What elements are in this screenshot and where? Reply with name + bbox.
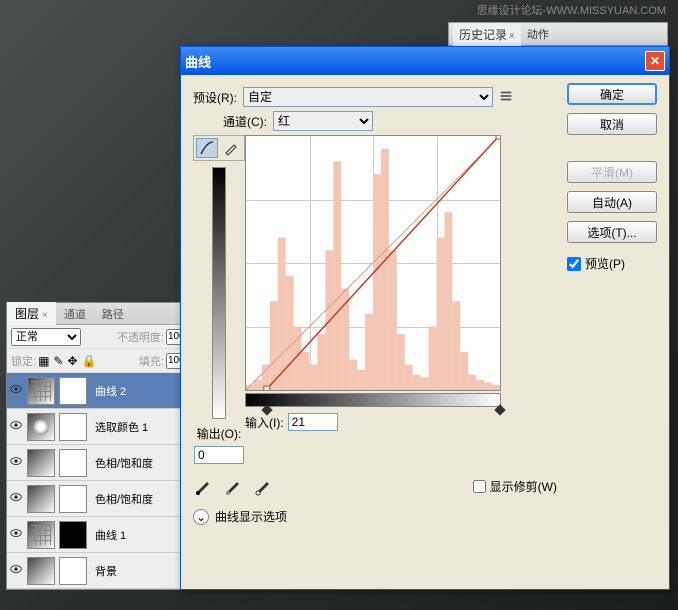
visibility-icon[interactable] <box>7 490 25 507</box>
preset-select[interactable]: 自定 <box>243 87 493 107</box>
show-clipping-checkbox[interactable] <box>473 480 486 493</box>
layers-panel-tabs: 图层× 通道 路径 <box>7 303 200 325</box>
fill-label: 填充: <box>139 353 164 369</box>
mask-thumb <box>59 377 87 405</box>
curve-tool-pair <box>193 135 245 161</box>
input-input[interactable] <box>288 413 338 431</box>
show-clipping-check[interactable]: 显示修剪(W) <box>473 478 557 495</box>
auto-button[interactable]: 自动(A) <box>567 191 657 213</box>
channel-label: 通道(C): <box>223 113 267 130</box>
curve-point-tool[interactable] <box>196 138 218 158</box>
input-label: 输入(I): <box>245 414 284 431</box>
cancel-button[interactable]: 取消 <box>567 113 657 135</box>
lock-paint-icon[interactable]: ✎ <box>53 354 63 368</box>
lock-all-icon[interactable]: 🔒 <box>82 354 97 368</box>
channel-select[interactable]: 红 <box>273 111 373 131</box>
input-gradient <box>245 393 501 407</box>
preset-label: 预设(R): <box>193 89 237 106</box>
mask-thumb <box>59 557 87 585</box>
ok-button[interactable]: 确定 <box>567 83 657 105</box>
visibility-icon[interactable] <box>7 454 25 471</box>
output-input[interactable] <box>194 446 244 464</box>
options-button[interactable]: 选项(T)... <box>567 221 657 243</box>
blend-mode-select[interactable]: 正常 <box>11 328 81 346</box>
close-button[interactable]: ✕ <box>645 51 665 71</box>
lock-label: 锁定: <box>11 353 36 369</box>
layer-name: 色相/饱和度 <box>95 455 153 471</box>
layer-row[interactable]: 曲线 2 <box>7 373 200 409</box>
tab-paths[interactable]: 路径 <box>94 303 132 325</box>
layer-name: 色相/饱和度 <box>95 491 153 507</box>
mask-thumb <box>59 413 87 441</box>
mask-thumb <box>59 449 87 477</box>
gray-point-dropper[interactable] <box>223 476 243 496</box>
adjustment-thumb <box>27 449 55 477</box>
layer-row[interactable]: 背景 <box>7 553 200 589</box>
layers-panel: 图层× 通道 路径 正常 不透明度: 锁定: ▦ ✎ ✥ 🔒 填充: 曲线 2 … <box>6 302 201 590</box>
white-point-dropper[interactable] <box>253 476 273 496</box>
watermark-text: 思缘设计论坛-WWW.MISSYUAN.COM <box>477 2 666 18</box>
adjustment-thumb <box>27 485 55 513</box>
lock-move-icon[interactable]: ✥ <box>67 354 77 368</box>
layer-name: 背景 <box>95 563 117 579</box>
adjustment-thumb <box>27 557 55 585</box>
preview-check[interactable]: 预览(P) <box>567 255 657 272</box>
preview-checkbox[interactable] <box>567 257 581 271</box>
lock-transparent-icon[interactable]: ▦ <box>38 354 49 368</box>
titlebar[interactable]: 曲线 ✕ <box>181 47 669 75</box>
layer-row[interactable]: 色相/饱和度 <box>7 481 200 517</box>
curve-pencil-tool[interactable] <box>220 138 242 158</box>
mask-thumb <box>59 485 87 513</box>
visibility-icon[interactable] <box>7 526 25 543</box>
layer-row[interactable]: 色相/饱和度 <box>7 445 200 481</box>
layer-name: 曲线 1 <box>95 527 126 543</box>
tab-layers[interactable]: 图层× <box>7 302 56 325</box>
tab-actions[interactable]: 动作 <box>521 23 555 45</box>
preset-menu-icon[interactable] <box>499 89 513 106</box>
adjustment-thumb <box>27 377 55 405</box>
tab-history[interactable]: 历史记录× <box>453 23 521 46</box>
visibility-icon[interactable] <box>7 418 25 435</box>
smooth-button[interactable]: 平滑(M) <box>567 161 657 183</box>
layer-name: 曲线 2 <box>95 383 126 399</box>
layer-row[interactable]: 选取颜色 1 <box>7 409 200 445</box>
dialog-title: 曲线 <box>185 52 645 71</box>
curve-line <box>246 136 500 390</box>
curve-graph[interactable] <box>245 135 501 391</box>
layer-row[interactable]: 曲线 1 <box>7 517 200 553</box>
close-icon[interactable]: × <box>509 31 515 42</box>
output-gradient <box>212 167 226 419</box>
visibility-icon[interactable] <box>7 382 25 399</box>
curve-display-options-toggle[interactable]: ⌄ 曲线显示选项 <box>193 508 557 525</box>
adjustment-thumb <box>27 521 55 549</box>
curves-dialog: 曲线 ✕ 预设(R): 自定 通道(C): 红 <box>180 46 670 590</box>
expand-icon: ⌄ <box>193 509 209 525</box>
layer-name: 选取颜色 1 <box>95 419 148 435</box>
black-point-dropper[interactable] <box>193 476 213 496</box>
mask-thumb <box>59 521 87 549</box>
opacity-label: 不透明度: <box>117 329 164 345</box>
adjustment-thumb <box>27 413 55 441</box>
visibility-icon[interactable] <box>7 562 25 579</box>
output-label: 输出(O): <box>197 425 242 442</box>
history-actions-panel: 历史记录× 动作 <box>448 22 668 46</box>
tab-channels[interactable]: 通道 <box>56 303 94 325</box>
